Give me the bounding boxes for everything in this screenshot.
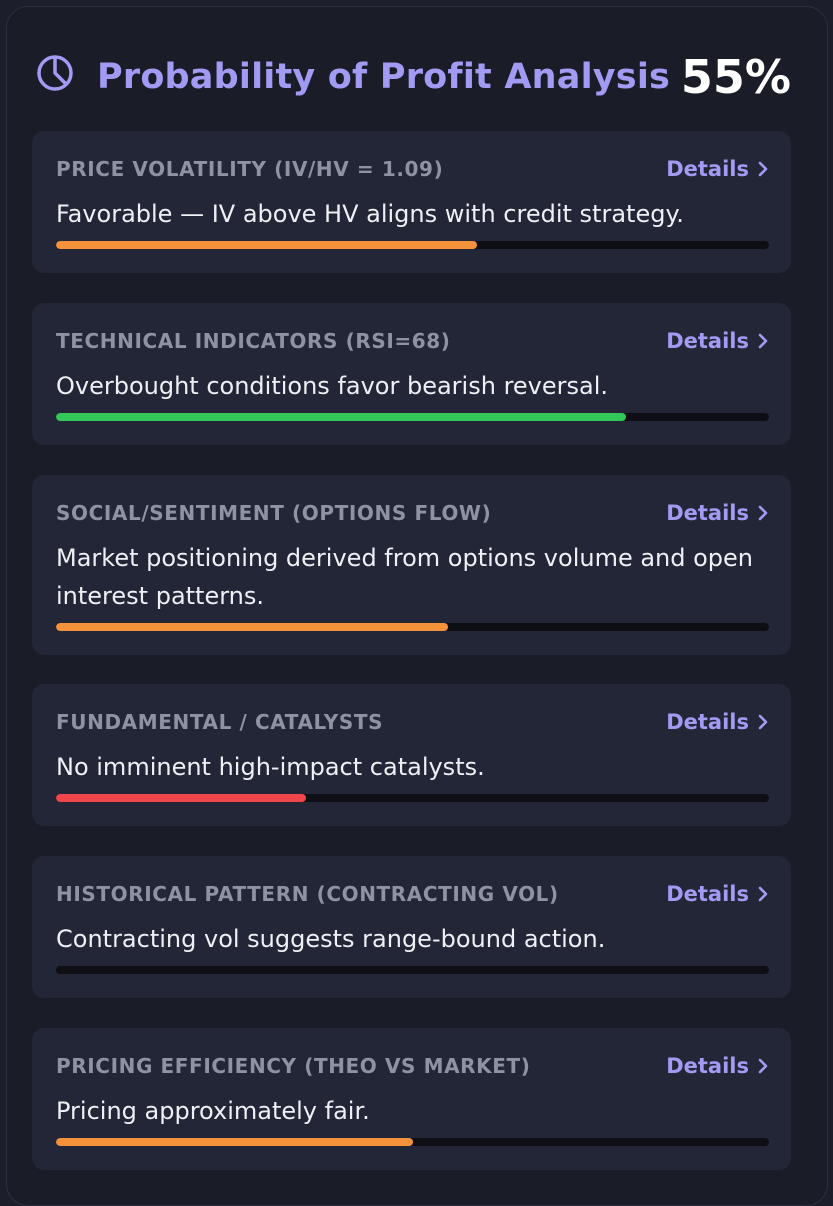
- factor-card-pricing-efficiency: PRICING EFFICIENCY (THEO VS MARKET) Deta…: [32, 1028, 791, 1170]
- score-bar-fill: [56, 413, 627, 421]
- score-bar: [56, 794, 769, 802]
- details-label: Details: [666, 329, 749, 353]
- panel-title: Probability of Profit Analysis: [97, 57, 671, 97]
- details-link[interactable]: Details: [666, 499, 769, 527]
- score-bar-fill: [56, 623, 449, 631]
- score-bar: [56, 1138, 769, 1146]
- chevron-right-icon: [758, 714, 768, 730]
- details-label: Details: [666, 501, 749, 525]
- factor-card-technical-indicators: TECHNICAL INDICATORS (RSI=68) Details Ov…: [32, 303, 791, 445]
- details-link[interactable]: Details: [666, 708, 769, 736]
- factor-description: No imminent high-impact catalysts.: [56, 753, 485, 781]
- score-bar-fill: [56, 241, 477, 249]
- factor-title: HISTORICAL PATTERN (CONTRACTING VOL): [56, 882, 559, 906]
- score-bar-fill: [56, 794, 306, 802]
- details-label: Details: [666, 157, 749, 181]
- details-link[interactable]: Details: [666, 155, 769, 183]
- factor-card-price-volatility: PRICE VOLATILITY (IV/HV = 1.09) Details …: [32, 131, 791, 273]
- score-bar: [56, 413, 769, 421]
- factor-description: Overbought conditions favor bearish reve…: [56, 372, 609, 400]
- factor-title: SOCIAL/SENTIMENT (OPTIONS FLOW): [56, 501, 492, 525]
- factor-card-historical-pattern: HISTORICAL PATTERN (CONTRACTING VOL) Det…: [32, 856, 791, 998]
- panel-header: Probability of Profit Analysis 55%: [7, 7, 829, 137]
- probability-score: 55%: [680, 50, 791, 104]
- details-link[interactable]: Details: [666, 1052, 769, 1080]
- chevron-right-icon: [758, 1058, 768, 1074]
- score-bar: [56, 623, 769, 631]
- factor-description: Favorable — IV above HV aligns with cred…: [56, 200, 684, 228]
- factor-title: FUNDAMENTAL / CATALYSTS: [56, 710, 384, 734]
- score-bar-fill: [56, 1138, 413, 1146]
- chevron-right-icon: [758, 161, 768, 177]
- details-label: Details: [666, 882, 749, 906]
- factor-card-fundamental: FUNDAMENTAL / CATALYSTS Details No immin…: [32, 684, 791, 826]
- details-label: Details: [666, 710, 749, 734]
- factor-card-social-sentiment: SOCIAL/SENTIMENT (OPTIONS FLOW) Details …: [32, 475, 791, 655]
- score-bar: [56, 241, 769, 249]
- chevron-right-icon: [758, 886, 768, 902]
- chevron-right-icon: [758, 333, 768, 349]
- score-bar: [56, 966, 769, 974]
- factor-description: Pricing approximately fair.: [56, 1097, 370, 1125]
- details-link[interactable]: Details: [666, 327, 769, 355]
- details-label: Details: [666, 1054, 749, 1078]
- details-link[interactable]: Details: [666, 880, 769, 908]
- factor-title: PRICE VOLATILITY (IV/HV = 1.09): [56, 157, 444, 181]
- pie-chart-icon: [37, 55, 73, 91]
- factor-title: TECHNICAL INDICATORS (RSI=68): [56, 329, 451, 353]
- factor-description: Contracting vol suggests range-bound act…: [56, 925, 606, 953]
- factor-title: PRICING EFFICIENCY (THEO VS MARKET): [56, 1054, 531, 1078]
- chevron-right-icon: [758, 505, 768, 521]
- factor-description: Market positioning derived from options …: [56, 544, 754, 610]
- probability-panel: Probability of Profit Analysis 55% PRICE…: [6, 6, 828, 1206]
